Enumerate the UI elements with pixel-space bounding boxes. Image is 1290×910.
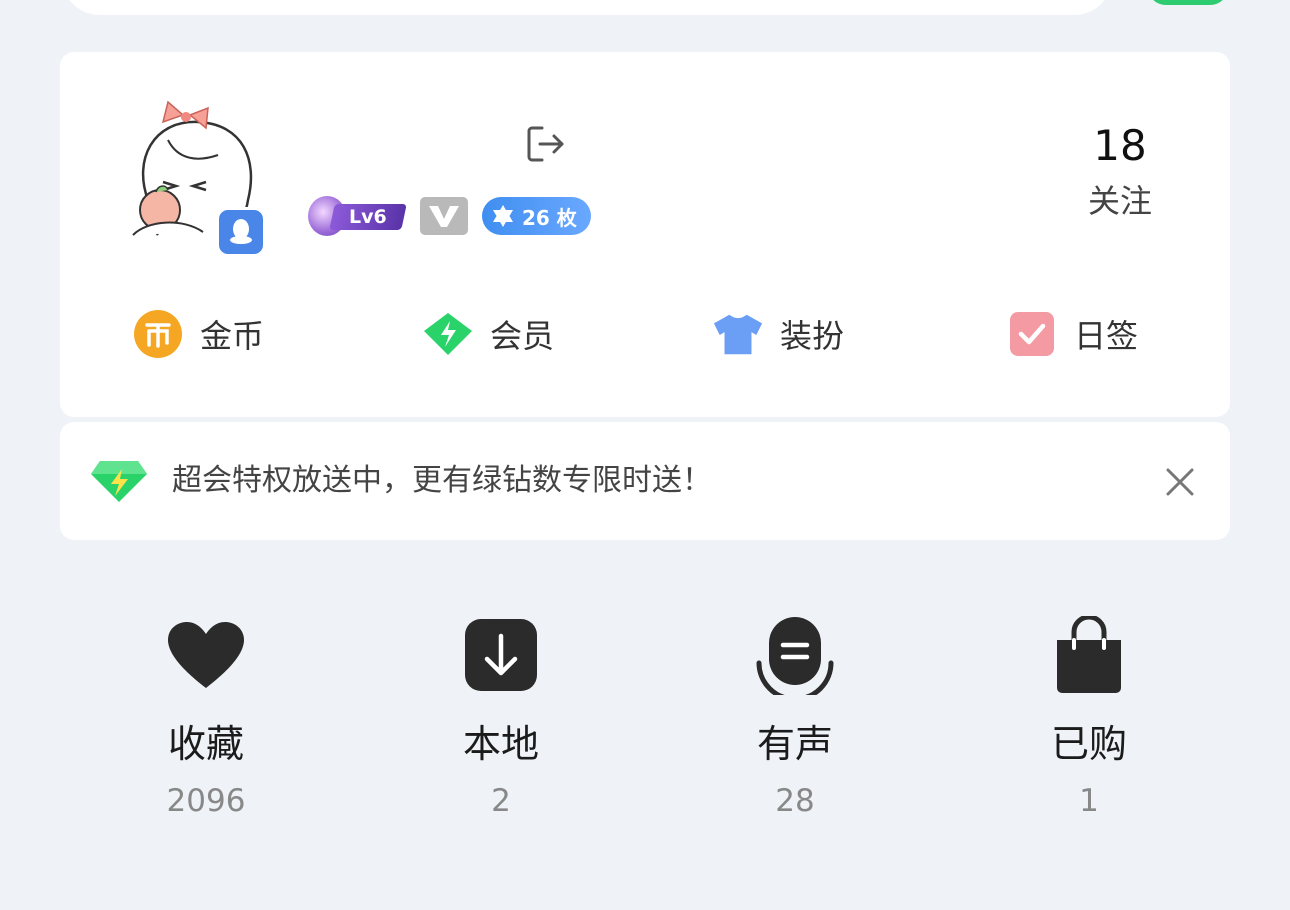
library-label: 已购 [1050, 722, 1127, 766]
following-count: 18 [1093, 121, 1147, 170]
library-count: 2 [491, 783, 511, 819]
quick-link-daily-checkin[interactable]: 日签 [1006, 310, 1138, 358]
library-entries: 收藏 2096 本地 2 有声 28 已购 1 [60, 615, 1230, 835]
qq-icon [216, 207, 266, 257]
library-audio[interactable]: 有声 28 [695, 615, 895, 823]
logout-icon[interactable] [524, 122, 568, 166]
quick-link-membership[interactable]: 会员 [422, 310, 554, 358]
vip-v-badge[interactable] [420, 197, 468, 235]
top-action-button[interactable] [1148, 0, 1228, 5]
library-label: 收藏 [167, 722, 244, 766]
green-diamond-icon [90, 458, 148, 504]
quick-link-dressup[interactable]: 装扮 [712, 310, 844, 358]
search-bar[interactable] [62, 0, 1112, 15]
star-of-david-icon [493, 205, 513, 227]
quick-link-label: 金币 [200, 317, 265, 355]
library-label: 有声 [756, 722, 833, 766]
promo-banner[interactable]: 超会特权放送中，更有绿钻数专限时送！ [60, 422, 1230, 540]
promo-text: 超会特权放送中，更有绿钻数专限时送！ [172, 463, 712, 498]
shopping-bag-icon [989, 615, 1189, 695]
level-badge-label: Lv6 [349, 206, 387, 228]
download-icon [401, 615, 601, 695]
library-label: 本地 [462, 722, 539, 766]
quick-link-label: 装扮 [780, 317, 845, 355]
library-count: 28 [775, 783, 815, 819]
quick-link-label: 会员 [490, 317, 555, 355]
heart-icon [106, 615, 306, 695]
badge-row: Lv6 26 枚 [308, 196, 591, 236]
coin-badge-label: 26 枚 [522, 205, 577, 230]
tshirt-icon [712, 310, 764, 358]
library-purchased[interactable]: 已购 1 [989, 615, 1189, 823]
green-diamond-icon [422, 310, 474, 358]
quick-link-coins[interactable]: 金币 [132, 310, 264, 358]
coin-icon [132, 310, 184, 358]
library-local[interactable]: 本地 2 [401, 615, 601, 823]
coin-badge[interactable]: 26 枚 [482, 197, 591, 235]
profile-card: Lv6 26 枚 18 关注 金币 会员 装扮 日签 [60, 52, 1230, 417]
headphones-icon [695, 615, 895, 695]
library-favorites[interactable]: 收藏 2096 [106, 615, 306, 823]
library-count: 2096 [166, 783, 246, 819]
close-icon[interactable] [1160, 462, 1200, 502]
quick-link-label: 日签 [1074, 317, 1139, 355]
level-badge[interactable]: Lv6 [308, 196, 407, 236]
following-label: 关注 [1087, 182, 1152, 220]
checkbox-icon [1006, 310, 1058, 358]
quick-links-row: 金币 会员 装扮 日签 [60, 302, 1230, 366]
following-stat[interactable]: 18 关注 [1070, 118, 1170, 226]
library-count: 1 [1079, 783, 1099, 819]
